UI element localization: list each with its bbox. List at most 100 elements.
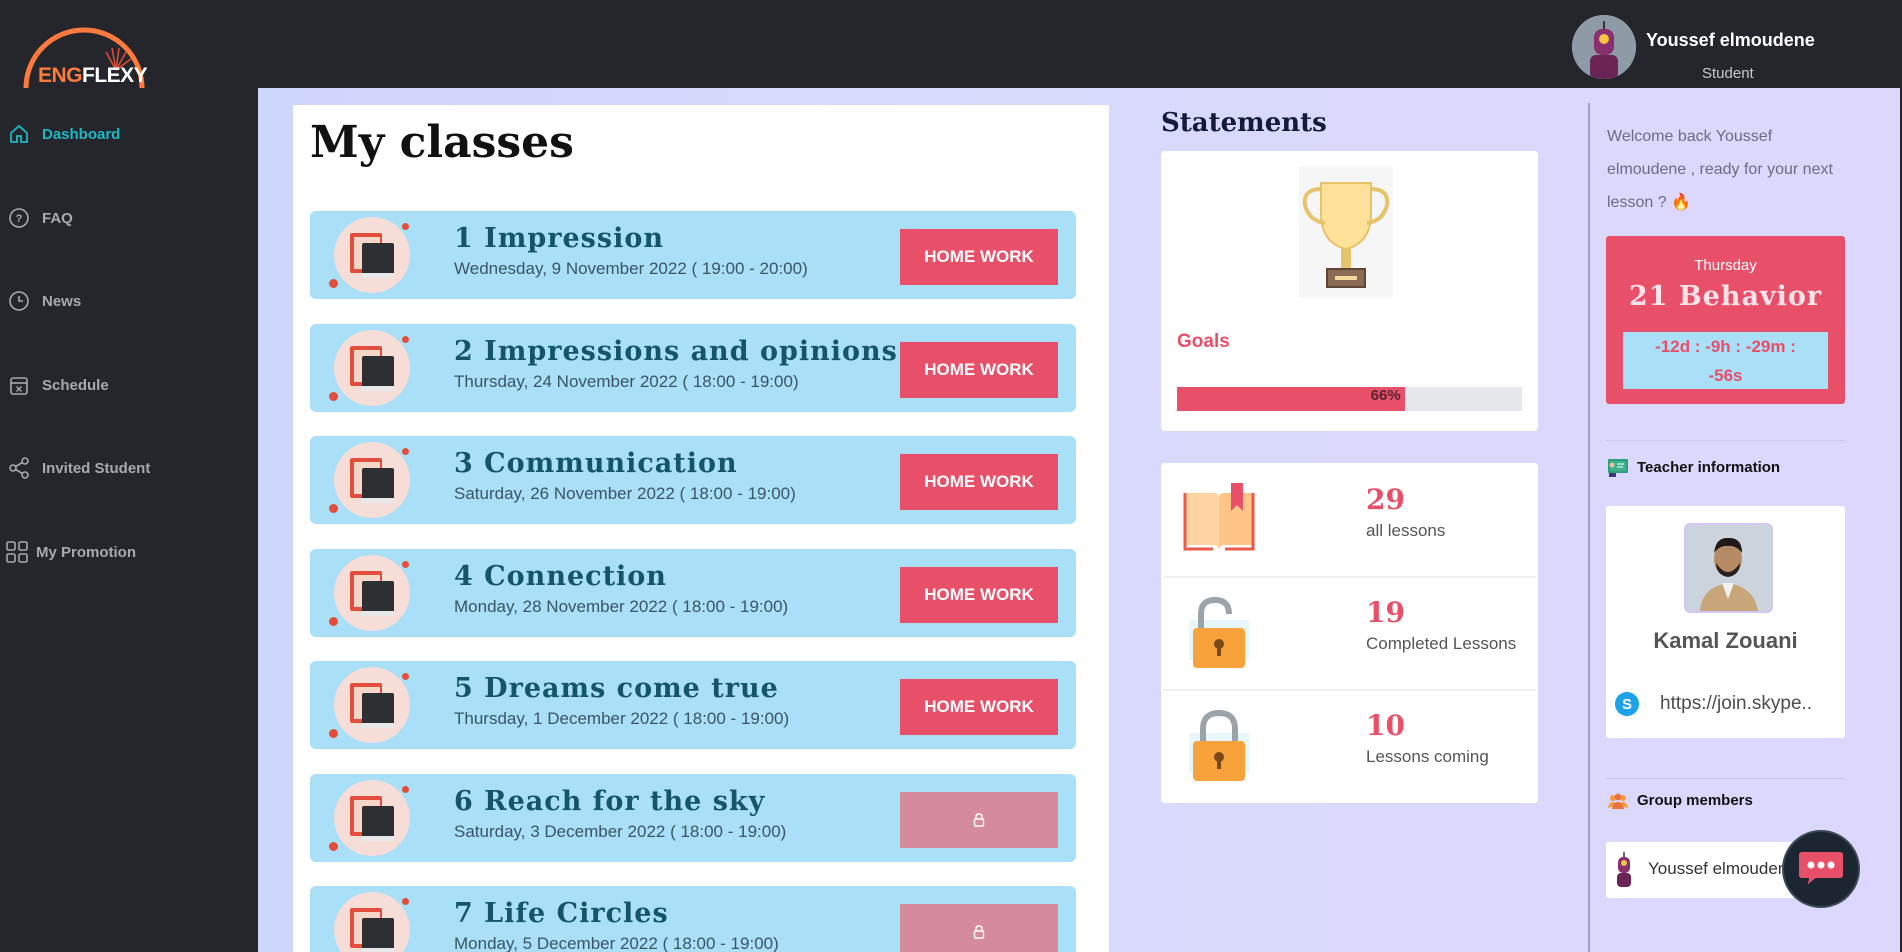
sidebar-item-invited-student[interactable]: Invited Student <box>0 448 250 488</box>
homework-button[interactable]: HOME WORK <box>900 566 1058 623</box>
main-content: My classes 1 Impression Wednesday, 9 Nove… <box>258 88 1900 952</box>
homework-button[interactable]: HOME WORK <box>900 229 1058 285</box>
class-date: Saturday, 3 December 2022 ( 18:00 - 19:0… <box>454 821 787 841</box>
sidebar-item-label: News <box>42 292 82 310</box>
class-card[interactable]: 2 Impressions and opinions Thursday, 24 N… <box>310 323 1076 412</box>
group-members-title: Group members <box>1637 792 1753 809</box>
homework-button[interactable]: HOME WORK <box>900 454 1058 510</box>
homework-button[interactable]: HOME WORK <box>900 341 1058 398</box>
stat-completed-lessons: 19 Completed Lessons <box>1161 576 1538 689</box>
question-icon: ? <box>6 205 32 231</box>
class-book-icon <box>329 329 410 406</box>
lesson-stats-card: 29 all lessons 19 Completed Lessons 10 L… <box>1161 463 1538 803</box>
next-lesson-card[interactable]: Thursday 21 Behavior -12d : -9h : -29m :… <box>1606 236 1845 404</box>
skype-url[interactable]: https://join.skype.. <box>1660 693 1830 715</box>
user-profile[interactable]: Youssef elmoudene Student <box>1572 15 1862 85</box>
my-classes-panel[interactable]: My classes 1 Impression Wednesday, 9 Nove… <box>293 105 1109 952</box>
sidebar-item-schedule[interactable]: Schedule <box>0 365 250 405</box>
teacher-info-heading: Teacher information <box>1607 457 1780 477</box>
class-book-icon <box>329 779 410 856</box>
lesson-countdown: -12d : -9h : -29m : -56s <box>1623 332 1828 389</box>
completed-lessons-label: Completed Lessons <box>1366 634 1517 653</box>
all-lessons-count: 29 <box>1366 483 1405 516</box>
next-lesson-title: 21 Behavior <box>1628 281 1823 312</box>
sidebar-item-label: Invited Student <box>42 459 151 477</box>
class-title: 4 Connection <box>454 560 667 592</box>
top-bar: ENGFLEXY Youssef elmoudene Student <box>0 0 1902 89</box>
class-date: Thursday, 24 November 2022 ( 18:00 - 19:… <box>454 371 799 391</box>
sidebar-item-label: Schedule <box>42 376 109 394</box>
svg-text:S: S <box>1622 696 1632 713</box>
sidebar-item-faq[interactable]: ? FAQ <box>0 198 250 238</box>
homework-button-locked[interactable] <box>900 791 1058 848</box>
all-lessons-label: all lessons <box>1366 521 1446 540</box>
class-card[interactable]: 7 Life Circles Monday, 5 December 2022 ( … <box>310 886 1076 952</box>
clock-icon <box>6 288 32 314</box>
stat-lessons-coming: 10 Lessons coming <box>1161 689 1538 802</box>
stat-divider <box>1163 689 1536 691</box>
sidebar-item-label: My Promotion <box>36 543 136 561</box>
sidebar-item-label: FAQ <box>42 209 73 227</box>
sidebar-item-dashboard[interactable]: Dashboard <box>0 114 250 154</box>
class-book-icon <box>329 442 410 518</box>
lock-icon <box>973 812 985 827</box>
sidebar-item-news[interactable]: News <box>0 281 250 321</box>
countdown-line-1: -12d : -9h : -29m : <box>1655 337 1796 356</box>
statements-title: Statements <box>1161 108 1327 138</box>
class-title: 3 Communication <box>454 448 738 479</box>
logo-text: ENGFLEXY <box>38 64 148 87</box>
homework-button-locked[interactable] <box>900 904 1058 952</box>
engflexy-logo[interactable]: ENGFLEXY <box>20 12 160 92</box>
chat-bubble-icon <box>1797 850 1845 890</box>
completed-lessons-count: 19 <box>1366 596 1405 629</box>
stat-all-lessons: 29 all lessons <box>1161 463 1538 576</box>
class-book-icon <box>329 554 410 631</box>
class-card[interactable]: 4 Connection Monday, 28 November 2022 ( 1… <box>310 548 1076 637</box>
grid-icon <box>4 539 30 565</box>
countdown-line-2: -56s <box>1708 366 1743 385</box>
calendar-icon <box>6 372 32 398</box>
home-icon <box>6 121 32 147</box>
teacher-photo <box>1684 523 1773 613</box>
my-classes-title: My classes <box>310 117 574 168</box>
lessons-coming-count: 10 <box>1366 709 1405 742</box>
class-book-icon <box>329 217 410 293</box>
skype-icon: S <box>1615 692 1639 716</box>
user-name: Youssef elmoudene <box>1646 30 1815 50</box>
goals-label: Goals <box>1177 331 1230 352</box>
class-card[interactable]: 5 Dreams come true Thursday, 1 December 2… <box>310 661 1076 749</box>
group-users-icon <box>1607 793 1629 809</box>
goals-progress-bar: 66% <box>1177 387 1522 411</box>
class-title: 2 Impressions and opinions <box>454 335 898 367</box>
class-book-icon <box>329 667 410 743</box>
goals-progress-text: 66% <box>1370 387 1401 404</box>
class-card[interactable]: 6 Reach for the sky Saturday, 3 December … <box>310 773 1076 862</box>
class-book-icon <box>334 892 410 952</box>
divider <box>1606 440 1845 441</box>
teacher-board-icon <box>1607 457 1629 477</box>
right-column: Welcome back Youssef elmoudene , ready f… <box>1588 88 1900 952</box>
class-card[interactable]: 3 Communication Saturday, 26 November 202… <box>310 436 1076 524</box>
member-avatar <box>1617 852 1631 887</box>
column-divider <box>1588 103 1590 952</box>
class-card[interactable]: 1 Impression Wednesday, 9 November 2022 (… <box>310 211 1076 299</box>
teacher-name: Kamal Zouani <box>1653 628 1798 653</box>
sidebar: Dashboard ? FAQ News Schedule Invited St… <box>0 88 258 952</box>
share-icon <box>6 455 32 481</box>
class-title: 1 Impression <box>454 223 664 254</box>
class-title: 5 Dreams come true <box>454 673 779 704</box>
user-avatar[interactable] <box>1572 15 1636 79</box>
goals-card: Goals 66% <box>1161 151 1538 431</box>
next-lesson-day: Thursday <box>1694 257 1757 274</box>
teacher-skype-link[interactable]: S https://join.skype.. <box>1614 686 1839 722</box>
divider <box>1606 778 1845 779</box>
class-title: 6 Reach for the sky <box>454 785 766 817</box>
class-date: Monday, 28 November 2022 ( 18:00 - 19:00… <box>454 596 789 616</box>
stat-divider <box>1163 576 1536 578</box>
homework-button[interactable]: HOME WORK <box>900 679 1058 735</box>
welcome-message: Welcome back Youssef elmoudene , ready f… <box>1607 128 1833 211</box>
chat-button[interactable] <box>1782 830 1860 908</box>
sidebar-item-my-promotion[interactable]: My Promotion <box>0 532 250 572</box>
lessons-coming-label: Lessons coming <box>1366 747 1489 766</box>
class-date: Saturday, 26 November 2022 ( 18:00 - 19:… <box>454 484 796 503</box>
